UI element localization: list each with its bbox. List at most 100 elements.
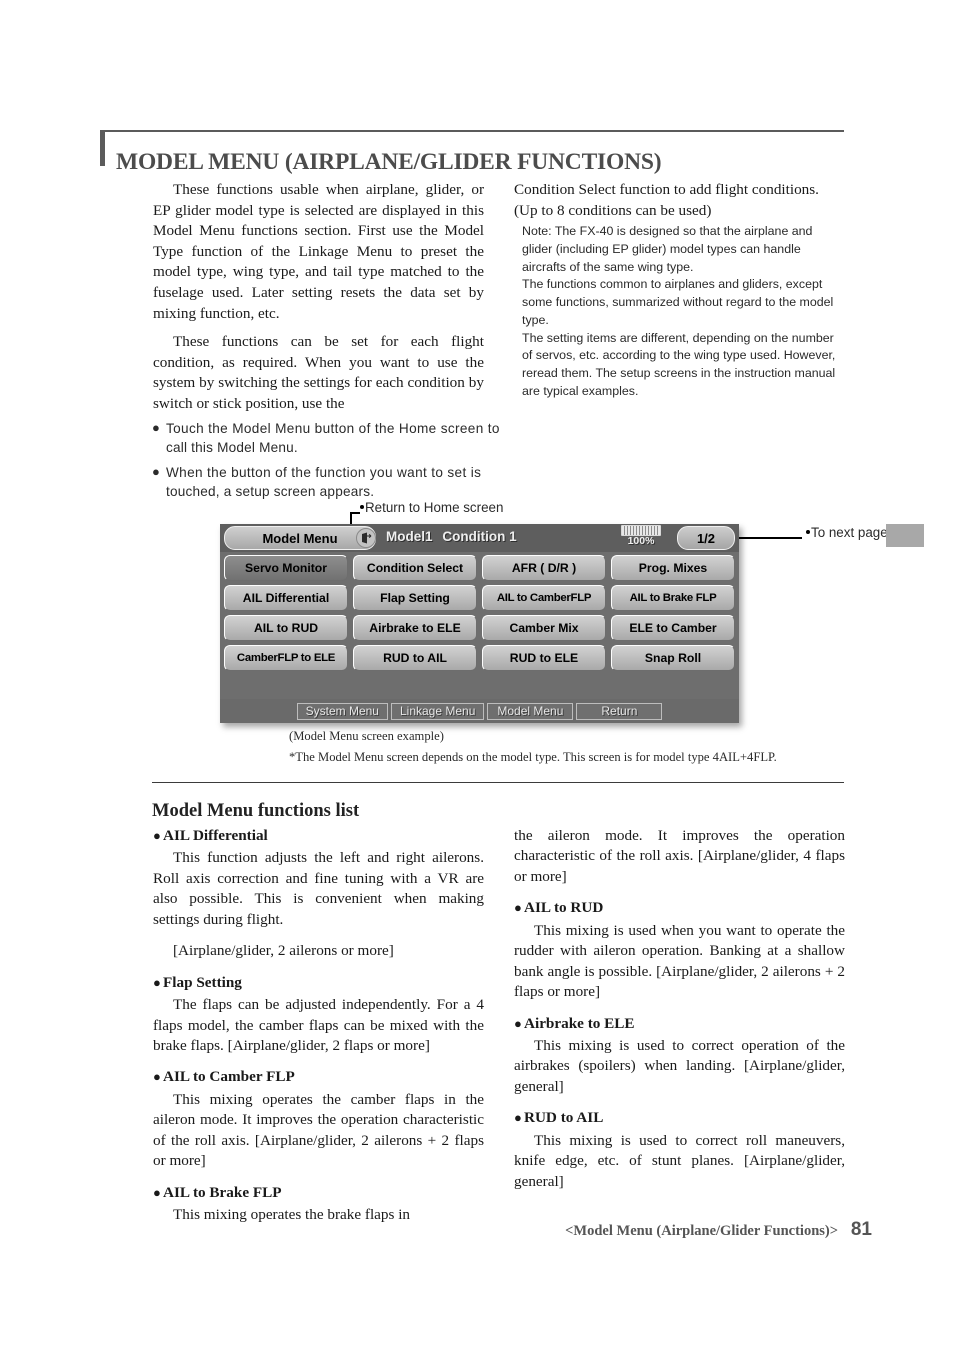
- page-title: MODEL MENU (AIRPLANE/GLIDER FUNCTIONS): [116, 148, 662, 175]
- functions-right-column: the aileron mode. It improves the operat…: [514, 826, 845, 1203]
- intro-note-block: Note: The FX-40 is designed so that the …: [514, 223, 845, 400]
- lcd-tab-model-menu[interactable]: Model Menu: [487, 702, 574, 720]
- function-heading-label: AIL to Brake FLP: [163, 1183, 282, 1201]
- lcd-button-rud-to-ele[interactable]: RUD to ELE: [482, 645, 606, 671]
- lcd-caption: (Model Menu screen example): [289, 729, 444, 743]
- function-heading-ail-to-brake-flp: ● AIL to Brake FLP: [153, 1183, 484, 1203]
- bullet-text: When the button of the function you want…: [166, 463, 582, 502]
- battery-indicator: 100%: [619, 525, 663, 547]
- function-heading-flap-setting: ● Flap Setting: [153, 973, 484, 993]
- lcd-button-ail-to-rud[interactable]: AIL to RUD: [224, 615, 348, 641]
- callout-bullet-icon: [806, 530, 810, 534]
- lcd-button-afr-dr[interactable]: AFR ( D/R ): [482, 555, 606, 581]
- function-heading-label: RUD to AIL: [524, 1109, 604, 1127]
- intro-note-3: The setting items are different, dependi…: [522, 330, 836, 398]
- lcd-button-row: AIL to RUD Airbrake to ELE Camber Mix EL…: [224, 615, 735, 641]
- title-top-rule: [100, 130, 844, 132]
- page-edge-tab-marker: [886, 524, 924, 547]
- bullet-2-line-1: When the button of the function you want…: [166, 464, 482, 480]
- intro-paragraph-2: These functions can be set for each flig…: [153, 333, 484, 412]
- section-divider: [152, 782, 844, 784]
- bullet-dot-icon: ●: [514, 1015, 522, 1031]
- intro-right-lead: Condition Select function to add flight …: [514, 180, 845, 221]
- function-body-ail-to-camber-flp: This mixing operates the camber flaps in…: [153, 1090, 484, 1170]
- lcd-button-row: Servo Monitor Condition Select AFR ( D/R…: [224, 555, 735, 581]
- function-heading-label: AIL to RUD: [524, 899, 604, 917]
- function-body-ail-to-brake-flp-continued: the aileron mode. It improves the operat…: [514, 827, 845, 885]
- lcd-button-prog-mixes[interactable]: Prog. Mixes: [611, 555, 735, 581]
- bullet-dot-icon: ●: [514, 900, 522, 916]
- bullet-dot-icon: ●: [153, 828, 161, 843]
- function-heading-ail-to-rud: ● AIL to RUD: [514, 898, 845, 918]
- footer-section-label: <Model Menu (Airplane/Glider Functions)>: [565, 1223, 838, 1239]
- lcd-button-ail-differential[interactable]: AIL Differential: [224, 585, 348, 611]
- page-number: 81: [850, 1219, 872, 1240]
- lcd-caption-note: *The Model Menu screen depends on the mo…: [289, 750, 777, 764]
- intro-right-lead-line-1: Condition Select function to add flight …: [514, 181, 819, 198]
- bullet-text: Touch the Model Menu button of the Home …: [166, 419, 582, 458]
- battery-percent-label: 100%: [627, 535, 655, 547]
- lcd-button-ele-to-camber[interactable]: ELE to Camber: [611, 615, 735, 641]
- function-body-ail-differential: This function adjusts the left and right…: [153, 849, 484, 928]
- functions-left-column: ● AIL Differential This function adjusts …: [153, 826, 484, 1236]
- bullet-dot-icon: ●: [152, 463, 160, 479]
- lcd-button-row: AIL Differential Flap Setting AIL to Cam…: [224, 585, 735, 611]
- lcd-button-ail-to-brake-flp[interactable]: AIL to Brake FLP: [611, 585, 735, 611]
- bullet-dot-icon: ●: [153, 1184, 161, 1200]
- bullet-1-line-2: call this Model Menu.: [166, 440, 298, 456]
- lcd-button-row: CamberFLP to ELE RUD to AIL RUD to ELE S…: [224, 645, 735, 671]
- intro-paragraph-1: These functions usable when airplane, gl…: [153, 181, 484, 322]
- callout-next-leader-line: [735, 537, 802, 539]
- list-item: ● Touch the Model Menu button of the Hom…: [152, 419, 582, 458]
- function-heading-label: Flap Setting: [163, 973, 242, 991]
- function-heading-airbrake-to-ele: ● Airbrake to ELE: [514, 1014, 845, 1034]
- lcd-button-camberflp-to-ele[interactable]: CamberFLP to ELE: [224, 645, 348, 671]
- callout-return-to-home-label: Return to Home screen: [365, 500, 504, 515]
- lcd-tab-linkage-menu[interactable]: Linkage Menu: [390, 702, 485, 720]
- lcd-button-camber-mix[interactable]: Camber Mix: [482, 615, 606, 641]
- function-heading-label: AIL to Camber FLP: [163, 1068, 295, 1086]
- function-body-rud-to-ail: This mixing is used to correct roll mane…: [514, 1131, 845, 1190]
- callout-return-to-home: Return to Home screen: [360, 500, 503, 515]
- lcd-header-bar: Model Menu Model1 Condition 1 100% 1/2: [220, 524, 739, 552]
- lcd-button-airbrake-to-ele[interactable]: Airbrake to ELE: [353, 615, 477, 641]
- callout-bullet-icon: [360, 505, 364, 509]
- callout-to-next-page-label: To next page: [811, 525, 888, 540]
- function-body-airbrake-to-ele: This mixing is used to correct operation…: [514, 1036, 845, 1095]
- function-heading-ail-differential: ● AIL Differential: [153, 826, 484, 846]
- title-left-accent-bar: [100, 132, 105, 166]
- lcd-button-snap-roll[interactable]: Snap Roll: [611, 645, 735, 671]
- function-heading-ail-to-camber-flp: ● AIL to Camber FLP: [153, 1067, 484, 1087]
- lcd-tab-system-menu[interactable]: System Menu: [296, 702, 388, 720]
- bullet-2-line-2: touched, a setup screen appears.: [166, 483, 375, 499]
- function-heading-label: AIL Differential: [163, 827, 268, 844]
- intro-right-lead-line-2: (Up to 8 conditions can be used): [514, 201, 712, 219]
- list-item: ● When the button of the function you wa…: [152, 463, 582, 502]
- lcd-model-menu-screen: Model Menu Model1 Condition 1 100% 1/2 S…: [220, 524, 739, 723]
- lcd-footer-tab-bar: System Menu Linkage Menu Model Menu Retu…: [220, 699, 739, 723]
- instruction-bullet-list: ● Touch the Model Menu button of the Hom…: [152, 419, 582, 506]
- lcd-button-ail-to-camberflp[interactable]: AIL to CamberFLP: [482, 585, 606, 611]
- bullet-dot-icon: ●: [153, 974, 161, 990]
- function-extra-ail-differential: [Airplane/glider, 2 ailerons or more]: [173, 942, 394, 960]
- intro-right-column: Condition Select function to add flight …: [514, 180, 845, 401]
- callout-to-next-page: To next page: [806, 525, 888, 540]
- lcd-button-rud-to-ail[interactable]: RUD to AIL: [353, 645, 477, 671]
- bullet-dot-icon: ●: [514, 1110, 522, 1126]
- function-heading-label: Airbrake to ELE: [524, 1014, 635, 1032]
- function-body-flap-setting: The flaps can be adjusted independently.…: [153, 996, 484, 1054]
- lcd-button-servo-monitor[interactable]: Servo Monitor: [224, 555, 348, 581]
- function-body-ail-to-brake-flp: This mixing operates the brake flaps in: [173, 1206, 411, 1223]
- bullet-dot-icon: ●: [153, 1069, 161, 1085]
- intro-note-2: The functions common to airplanes and gl…: [522, 277, 834, 327]
- lcd-button-flap-setting[interactable]: Flap Setting: [353, 585, 477, 611]
- bullet-dot-icon: ●: [152, 420, 160, 435]
- lcd-button-condition-select[interactable]: Condition Select: [353, 555, 477, 581]
- function-heading-rud-to-ail: ● RUD to AIL: [514, 1108, 845, 1128]
- lcd-page-indicator-button[interactable]: 1/2: [677, 526, 735, 550]
- lcd-tab-return[interactable]: Return: [576, 702, 663, 720]
- lcd-button-grid: Servo Monitor Condition Select AFR ( D/R…: [220, 552, 739, 671]
- intro-note-1: Note: The FX-40 is designed so that the …: [522, 224, 813, 274]
- bullet-1-line-1: Touch the Model Menu button of the Home …: [166, 421, 500, 436]
- function-body-ail-to-rud: This mixing is used when you want to ope…: [514, 921, 845, 1001]
